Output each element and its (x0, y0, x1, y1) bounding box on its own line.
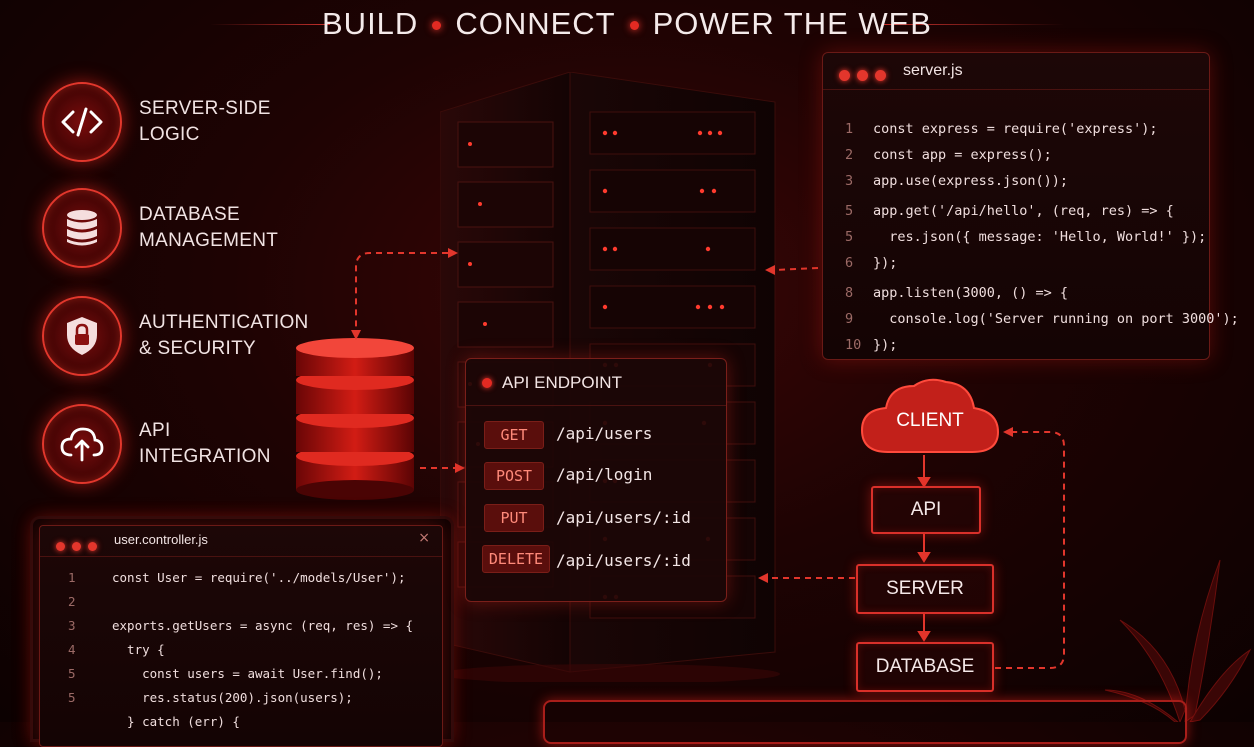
code-line: 5 app.get('/api/hello', (req, res) => { (845, 203, 1174, 219)
flow-node-database: DATABASE (856, 642, 994, 692)
code-window-titlebar: user.controller.js × (40, 526, 442, 557)
laptop-frame: user.controller.js × 1 const User = requi… (30, 516, 454, 747)
endpoint-route[interactable]: /api/login (556, 465, 652, 484)
flow-node-server: SERVER (856, 564, 994, 614)
status-dot (482, 378, 492, 388)
code-line: 4 try { (68, 642, 165, 657)
code-window-filename: server.js (903, 62, 963, 79)
controller-code-window: user.controller.js × 1 const User = requi… (39, 525, 443, 747)
code-line: 3 app.use(express.json()); (845, 173, 1069, 189)
code-line: 3 exports.getUsers = async (req, res) => … (68, 618, 414, 633)
code-line: 8 app.listen(3000, () => { (845, 285, 1069, 301)
code-line: 5 res.json({ message: 'Hello, World!' })… (845, 229, 1207, 245)
api-endpoint-panel: API ENDPOINT GET /api/users POST /api/lo… (465, 358, 727, 602)
divider (466, 405, 726, 406)
flow-client-label: CLIENT (896, 410, 964, 431)
plant-decoration (1104, 559, 1252, 722)
server-js-code-window: server.js 1 const express = require('expr… (822, 52, 1239, 360)
code-line: 1 const express = require('express'); (845, 121, 1158, 137)
code-line: 9 console.log('Server running on port 30… (845, 311, 1239, 327)
code-window-filename: user.controller.js (114, 532, 208, 547)
endpoint-route[interactable]: /api/users/:id (556, 551, 691, 570)
code-line: 5 const users = await User.find(); (68, 666, 383, 681)
method-badge-get: GET (484, 421, 544, 449)
close-icon[interactable]: × (418, 530, 430, 546)
api-panel-title: API ENDPOINT (482, 373, 622, 393)
code-line: 10}); (845, 337, 898, 353)
code-window-titlebar: server.js (823, 53, 1209, 90)
window-controls[interactable] (56, 536, 104, 555)
method-badge-post: POST (484, 462, 544, 490)
method-badge-put: PUT (484, 504, 544, 532)
code-line: 5 res.status(200).json(users); (68, 690, 353, 705)
code-line: 6}); (845, 255, 898, 271)
bottom-panel (543, 700, 1187, 744)
window-controls[interactable] (839, 66, 893, 85)
method-badge-delete: DELETE (482, 545, 550, 573)
endpoint-route[interactable]: /api/users (556, 424, 652, 443)
endpoint-route[interactable]: /api/users/:id (556, 508, 691, 527)
code-line: 2 (68, 594, 76, 609)
code-line: 1 const User = require('../models/User'); (68, 570, 406, 585)
code-line: 2 const app = express(); (845, 147, 1052, 163)
flow-node-api: API (871, 486, 981, 534)
